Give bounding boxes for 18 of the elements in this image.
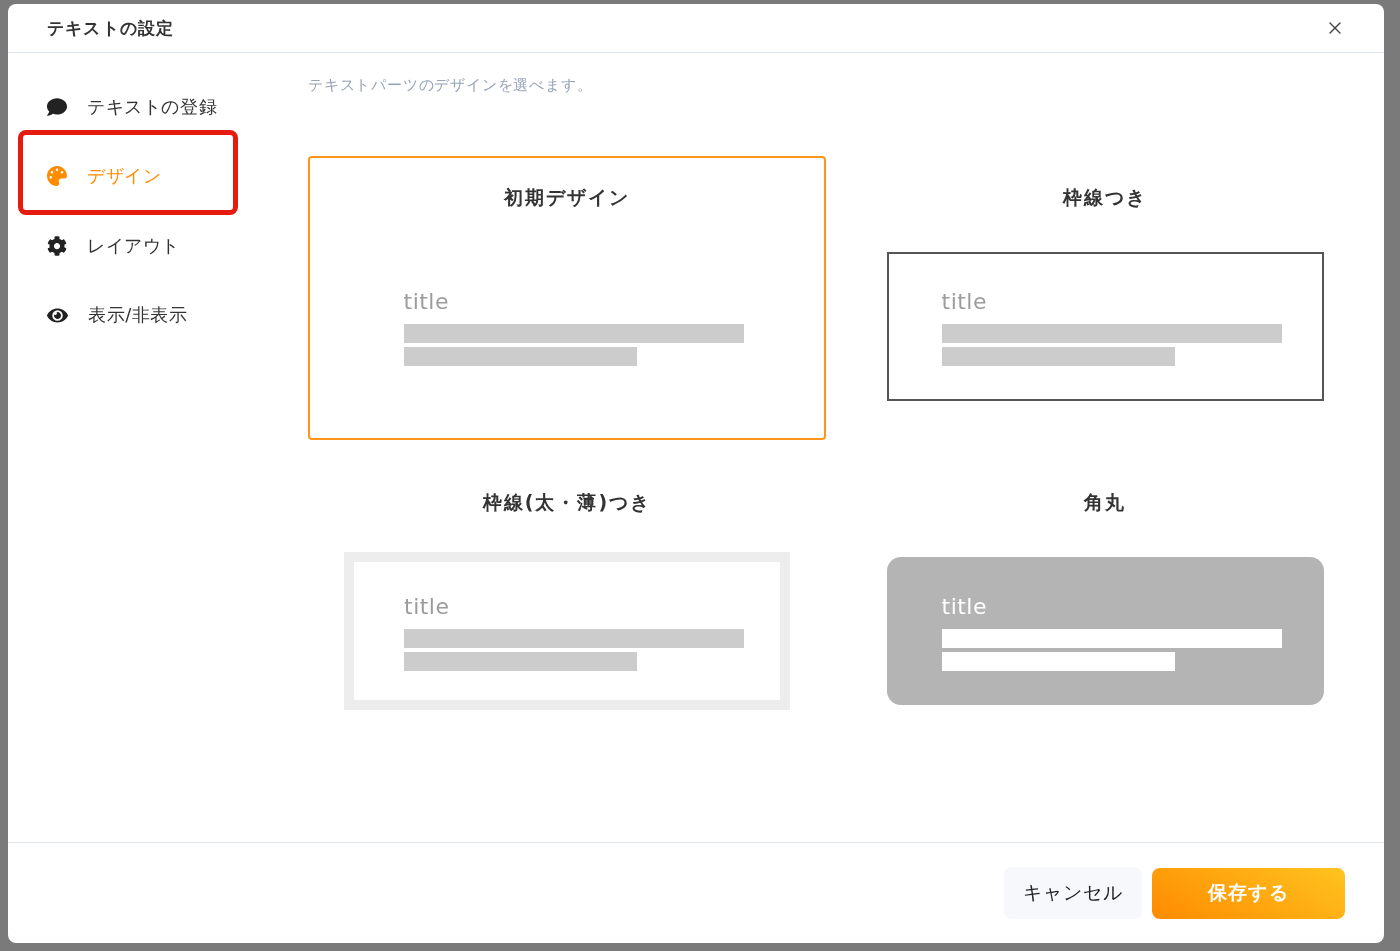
design-option[interactable]: 初期デザイン title bbox=[308, 156, 826, 440]
design-option-title: 角丸 bbox=[1084, 491, 1126, 513]
preview-title: title bbox=[941, 289, 987, 315]
sidebar-item[interactable]: 表示/非表示 bbox=[47, 303, 188, 328]
cancel-button[interactable]: キャンセル bbox=[1004, 867, 1142, 919]
preview-title: title bbox=[403, 289, 449, 315]
dialog-title: テキストの設定 bbox=[47, 16, 175, 40]
palette-icon bbox=[47, 166, 67, 187]
sidebar-item[interactable]: テキストの登録 bbox=[47, 94, 218, 119]
design-option-title: 枠線つき bbox=[1063, 186, 1147, 208]
description-text: テキストパーツのデザインを選べます。 bbox=[308, 75, 593, 95]
sidebar-item[interactable]: レイアウト bbox=[47, 233, 180, 258]
design-option-title: 枠線(太・薄)つき bbox=[482, 491, 652, 513]
design-option-title: 初期デザイン bbox=[504, 186, 630, 208]
preview-title: title bbox=[941, 594, 987, 620]
speech-bubble-icon bbox=[47, 96, 67, 117]
gear-icon bbox=[47, 235, 67, 256]
preview-title: title bbox=[404, 594, 450, 620]
